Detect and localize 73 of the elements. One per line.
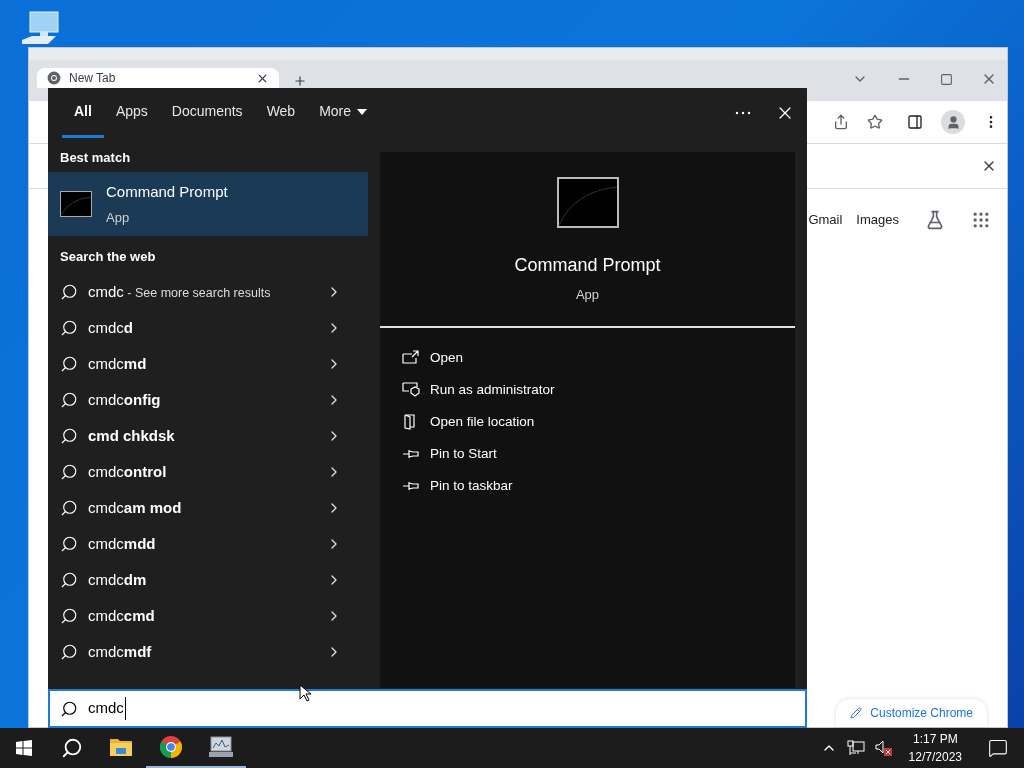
search-icon <box>60 571 78 589</box>
section-heading: Best match <box>59 149 132 167</box>
open-icon <box>402 350 420 366</box>
search-input-field[interactable]: cmdc <box>48 689 807 728</box>
action-item[interactable]: Pin to Start <box>402 438 773 470</box>
profile-avatar[interactable] <box>941 110 965 134</box>
best-match-item[interactable]: Command Prompt App <box>48 172 368 236</box>
clock-date[interactable]: 12/7/2023 <box>908 748 962 766</box>
pencil-icon <box>850 707 863 719</box>
search-icon <box>60 699 78 718</box>
search-icon <box>60 319 78 337</box>
web-result-item[interactable]: cmdccmd <box>48 598 368 634</box>
console-icon <box>60 191 92 217</box>
filter-tab[interactable]: All <box>62 88 104 138</box>
windows-logo-icon[interactable] <box>16 740 32 756</box>
header-link[interactable]: Gmail <box>808 210 843 230</box>
customize-chrome-button[interactable]: Customize Chrome <box>836 699 987 727</box>
web-result-item[interactable]: cmdcontrol <box>48 454 368 490</box>
mouse-pointer-icon <box>299 684 311 702</box>
web-result-item[interactable]: cmdcam mod <box>48 490 368 526</box>
new-tab-icon[interactable] <box>293 74 307 88</box>
share-icon[interactable] <box>833 114 849 130</box>
flask-icon[interactable] <box>925 210 945 230</box>
app-subtitle: App <box>575 286 600 304</box>
search-icon <box>60 355 78 373</box>
web-result-item[interactable]: cmdcmdf <box>48 634 368 670</box>
clock-time[interactable]: 1:17 PM <box>912 730 958 748</box>
muted-speaker-icon[interactable] <box>874 740 893 756</box>
side-panel-icon[interactable] <box>907 114 923 130</box>
monitor-icon <box>208 736 234 758</box>
search-icon[interactable] <box>61 737 83 759</box>
app-title: Command Prompt <box>106 182 228 202</box>
search-icon <box>60 499 78 517</box>
shield-icon <box>402 382 420 398</box>
search-icon <box>60 535 78 553</box>
web-result-item[interactable]: cmdcmdd <box>48 526 368 562</box>
search-icon <box>60 643 78 661</box>
bookmark-star-icon[interactable] <box>867 114 883 130</box>
search-icon <box>60 391 78 409</box>
chrome-icon <box>159 735 183 759</box>
caret-icon <box>357 108 368 115</box>
action-item[interactable]: Pin to taskbar <box>402 470 773 502</box>
chrome-icon <box>47 71 61 85</box>
tab-title: New Tab <box>69 70 117 87</box>
filter-tab[interactable]: More <box>307 88 380 138</box>
web-result-item[interactable]: cmd chkdsk <box>48 418 368 454</box>
search-icon <box>60 607 78 625</box>
filter-tab[interactable]: Web <box>254 88 308 138</box>
search-icon <box>60 427 78 445</box>
web-result-item[interactable]: cmdconfig <box>48 382 368 418</box>
search-icon <box>60 283 78 301</box>
filter-tab[interactable]: Apps <box>103 88 160 138</box>
header-link[interactable]: Images <box>856 210 899 230</box>
web-result-item[interactable]: cmdcmd <box>48 346 368 382</box>
app-subtitle: App <box>106 208 131 227</box>
action-item[interactable]: Open <box>402 342 773 374</box>
console-icon <box>556 177 619 228</box>
apps-grid-icon[interactable] <box>971 210 991 230</box>
section-heading: Search the web <box>59 248 157 267</box>
web-result-item[interactable]: cmdcdm <box>48 562 368 598</box>
network-icon[interactable] <box>846 740 865 756</box>
maximize-icon[interactable] <box>940 72 953 86</box>
more-options-icon[interactable] <box>735 111 751 115</box>
filter-tab[interactable]: Documents <box>159 88 255 138</box>
action-item[interactable]: Run as administrator <box>402 374 773 406</box>
web-result-item[interactable]: cmdc - See more search results <box>48 274 368 310</box>
search-icon <box>60 463 78 481</box>
action-item[interactable]: Open file location <box>402 406 773 438</box>
notifications-icon[interactable] <box>988 738 1008 758</box>
folder-icon <box>109 737 133 757</box>
app-title: Command Prompt <box>514 254 661 277</box>
web-result-item[interactable]: cmdcd <box>48 310 368 346</box>
browser-tab[interactable]: New Tab <box>37 68 279 88</box>
